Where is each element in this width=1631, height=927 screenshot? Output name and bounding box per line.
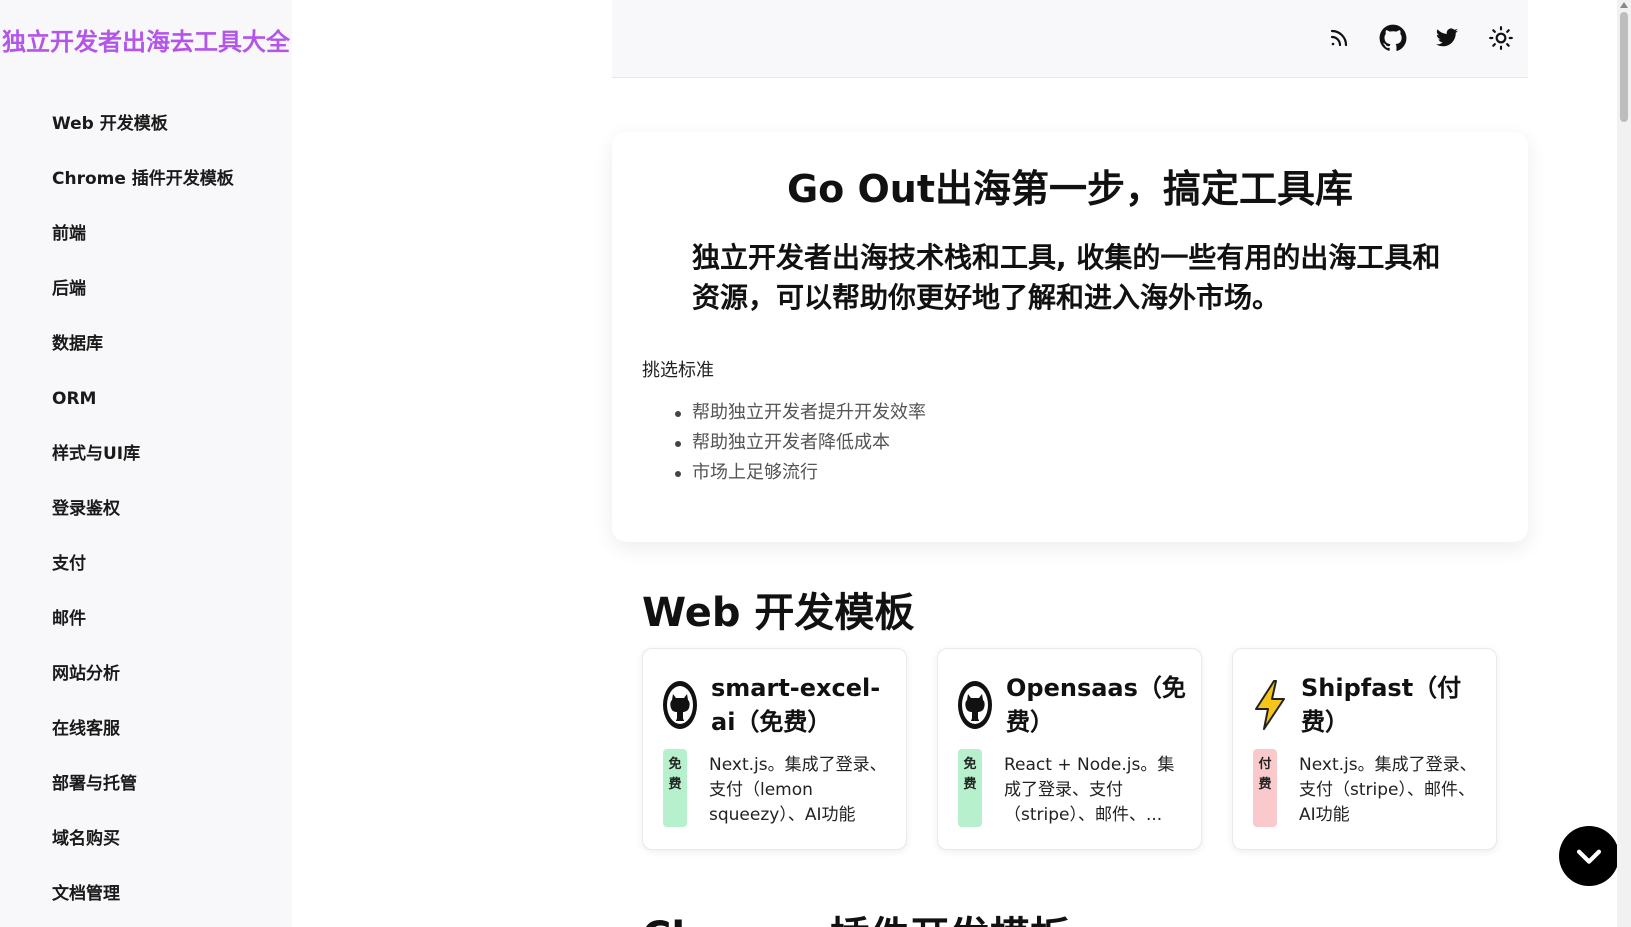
criteria-item: 帮助独立开发者降低成本	[675, 428, 926, 458]
sidebar-item-frontend[interactable]: 前端	[52, 222, 234, 277]
section-title-web-templates: Web 开发模板	[642, 590, 915, 636]
site-title[interactable]: 独立开发者出海去工具大全	[2, 22, 290, 57]
tool-card-shipfast[interactable]: Shipfast（付费） 付费 Next.js。集成了登录、支付（stripe）…	[1232, 648, 1497, 850]
paid-badge: 付费	[1253, 749, 1277, 827]
sidebar: 独立开发者出海去工具大全 Web 开发模板 Chrome 插件开发模板 前端 后…	[0, 0, 292, 927]
sidebar-item-payment[interactable]: 支付	[52, 552, 234, 607]
twitter-icon[interactable]	[1432, 23, 1462, 53]
lightning-icon	[1251, 679, 1289, 731]
sidebar-item-database[interactable]: 数据库	[52, 332, 234, 387]
sidebar-item-ui-libs[interactable]: 样式与UI库	[52, 442, 234, 497]
free-badge: 免费	[958, 749, 982, 827]
sidebar-item-hosting[interactable]: 部署与托管	[52, 772, 234, 827]
sidebar-item-domains[interactable]: 域名购买	[52, 827, 234, 882]
card-description: Next.js。集成了登录、支付（stripe）、邮件、AI功能	[1299, 755, 1477, 825]
sidebar-item-email[interactable]: 邮件	[52, 607, 234, 662]
sidebar-item-analytics[interactable]: 网站分析	[52, 662, 234, 717]
tool-card-opensaas[interactable]: Opensaas（免费） 免费 React + Node.js。集成了登录、支付…	[937, 648, 1202, 850]
sidebar-item-chrome-templates[interactable]: Chrome 插件开发模板	[52, 167, 234, 222]
card-description: React + Node.js。集成了登录、支付（stripe）、邮件、...	[1004, 755, 1175, 825]
scroll-down-button[interactable]	[1559, 826, 1619, 886]
sidebar-item-backend[interactable]: 后端	[52, 277, 234, 332]
sidebar-item-web-templates[interactable]: Web 开发模板	[52, 112, 234, 167]
sidebar-item-docs[interactable]: 文档管理	[52, 882, 234, 927]
section-title-chrome-templates: Chrome 插件开发模板	[642, 904, 1070, 927]
rss-icon[interactable]	[1324, 23, 1354, 53]
github-icon	[956, 679, 994, 731]
tool-card-smart-excel-ai[interactable]: smart-excel-ai（免费） 免费 Next.js。集成了登录、支付（l…	[642, 648, 907, 850]
top-header	[612, 0, 1528, 78]
scrollbar-thumb[interactable]	[1620, 12, 1628, 122]
scroll-up-arrow-icon[interactable]	[1620, 2, 1628, 8]
card-description: Next.js。集成了登录、支付（lemon squeezy）、AI功能	[709, 755, 887, 825]
criteria-label: 挑选标准	[642, 360, 714, 381]
card-title: Opensaas（免费）	[1006, 674, 1186, 736]
free-badge: 免费	[663, 749, 687, 827]
sidebar-item-auth[interactable]: 登录鉴权	[52, 497, 234, 552]
sun-icon[interactable]	[1486, 23, 1516, 53]
sidebar-item-support[interactable]: 在线客服	[52, 717, 234, 772]
criteria-item: 帮助独立开发者提升开发效率	[675, 398, 926, 428]
sidebar-nav: Web 开发模板 Chrome 插件开发模板 前端 后端 数据库 ORM 样式与…	[52, 112, 234, 927]
card-title: smart-excel-ai（免费）	[711, 674, 881, 736]
hero-subtitle: 独立开发者出海技术栈和工具, 收集的一些有用的出海工具和资源，可以帮助你更好地了…	[692, 241, 1441, 314]
criteria-list: 帮助独立开发者提升开发效率 帮助独立开发者降低成本 市场上足够流行	[675, 398, 926, 488]
hero-title: Go Out出海第一步，搞定工具库	[786, 167, 1354, 211]
criteria-item: 市场上足够流行	[675, 458, 926, 488]
hero-card: Go Out出海第一步，搞定工具库 独立开发者出海技术栈和工具, 收集的一些有用…	[612, 132, 1528, 542]
card-title: Shipfast（付费）	[1301, 674, 1462, 736]
github-icon	[661, 679, 699, 731]
chevron-down-icon	[1576, 849, 1602, 864]
sidebar-item-orm[interactable]: ORM	[52, 387, 234, 442]
github-icon[interactable]	[1378, 23, 1408, 53]
scrollbar[interactable]	[1617, 0, 1631, 927]
